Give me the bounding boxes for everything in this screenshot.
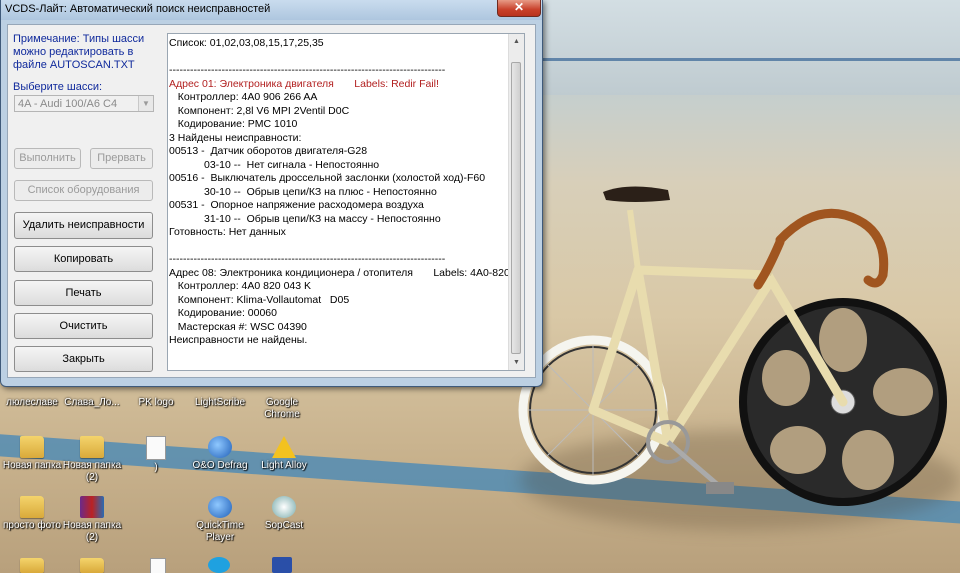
desktop-icon[interactable]: LightScribe — [188, 387, 252, 409]
scroll-down-icon[interactable]: ▼ — [509, 355, 524, 370]
partial-icon — [208, 387, 232, 395]
desktop-icon[interactable]: Новая папка (2) — [60, 496, 124, 544]
wallpaper-wall-stripe — [530, 58, 960, 61]
report-line: 30-10 -- Обрыв цепи/КЗ на плюс - Непосто… — [169, 185, 437, 198]
clear-button[interactable]: Очистить — [14, 313, 153, 339]
desktop-icon[interactable]: Новая папка (2) — [60, 436, 124, 484]
desktop-icon-label: Новая папка (2) — [62, 460, 122, 483]
window-client-area: Примечание: Типы шасси можно редактирова… — [7, 24, 536, 378]
partial-icon — [20, 387, 44, 395]
chassis-select[interactable]: 4A - Audi 100/A6 C4 ▼ — [14, 95, 154, 112]
desktop-icon-label: Новая папка (2) — [62, 520, 122, 543]
report-line: 00516 - Выключатель дроссельной заслонки… — [169, 172, 486, 184]
desktop-icon-label: PK logo — [138, 397, 174, 408]
report-line: Адрес 08: Электроника кондиционера / ото… — [169, 266, 509, 279]
folder-icon — [20, 496, 44, 518]
run-button[interactable]: Выполнить — [14, 148, 81, 169]
bicycle-image — [518, 186, 947, 506]
scroll-up-icon[interactable]: ▲ — [509, 34, 524, 49]
equipment-list-button[interactable]: Список оборудования — [14, 180, 153, 201]
report-line: Мастерская #: WSC 04390 — [169, 320, 307, 333]
print-button[interactable]: Печать — [14, 280, 153, 306]
desktop-icon[interactable]: QuickTime Player — [188, 496, 252, 544]
desktop-icon[interactable]: просто фото — [0, 496, 64, 532]
floppy-icon[interactable] — [272, 557, 292, 573]
report-line: ----------------------------------------… — [169, 64, 446, 76]
desktop-icon-label: QuickTime Player — [196, 520, 244, 543]
report-line: 00531 - Опорное напряжение расходомера в… — [169, 199, 424, 211]
report-scrollbar[interactable]: ▲ ▼ — [508, 34, 524, 370]
folder-icon[interactable] — [20, 558, 44, 573]
report-line: Неисправности не найдены. — [169, 334, 308, 346]
chassis-label: Выберите шасси: — [13, 81, 103, 93]
report-line: Готовность: Нет данных — [169, 226, 286, 238]
chevron-down-icon[interactable]: ▼ — [138, 96, 153, 111]
desktop-icon-label: O&O Defrag — [192, 460, 248, 471]
defrag-icon — [208, 436, 232, 458]
report-line: Контроллер: 4A0 906 266 AA — [169, 91, 318, 103]
folder-icon — [80, 436, 104, 458]
desktop-icon[interactable]: SopCast — [252, 496, 316, 532]
folder-icon[interactable] — [80, 558, 104, 573]
document-icon — [146, 436, 166, 460]
stop-button[interactable]: Прервать — [90, 148, 153, 169]
wallpaper-wall — [530, 0, 960, 95]
sopcast-icon — [272, 496, 296, 518]
desktop-icon[interactable]: Light Alloy — [252, 436, 316, 472]
desktop-icon-label: Light Alloy — [261, 460, 307, 471]
report-line — [169, 51, 509, 65]
report-line: Адрес 01: Электроника двигателя Labels: … — [169, 77, 439, 90]
report-line: 31-10 -- Обрыв цепи/КЗ на массу - Непост… — [169, 212, 441, 225]
report-line: Компонент: Klima-Vollautomat D05 — [169, 293, 350, 306]
title-bar[interactable]: VCDS-Лайт: Автоматический поиск неисправ… — [1, 0, 542, 20]
desktop-icon-label: люлеславе — [6, 397, 58, 408]
desktop-icon[interactable]: Google Chrome — [252, 387, 312, 421]
report-line — [169, 240, 509, 254]
partial-icon — [80, 387, 104, 395]
desktop-icon-label: SopCast — [264, 520, 304, 531]
desktop-icon-label: ) — [154, 462, 158, 473]
scan-report-text: Список: 01,02,03,08,15,17,25,35 --------… — [169, 37, 509, 348]
desktop-icon[interactable]: Новая папка — [0, 436, 64, 472]
chassis-note: Примечание: Типы шасси можно редактирова… — [13, 33, 145, 71]
report-line: ----------------------------------------… — [169, 253, 446, 265]
report-line: Список: 01,02,03,08,15,17,25,35 — [169, 37, 324, 49]
winrar-icon — [80, 496, 104, 518]
quicktime-icon — [208, 496, 232, 518]
vcds-window: VCDS-Лайт: Автоматический поиск неисправ… — [0, 0, 543, 387]
desktop-icon[interactable]: люлеславе — [0, 387, 64, 409]
scrollbar-thumb[interactable] — [511, 62, 521, 354]
clear-faults-button[interactable]: Удалить неисправности — [14, 212, 153, 239]
scan-report-textbox[interactable]: Список: 01,02,03,08,15,17,25,35 --------… — [167, 33, 525, 371]
desktop-icon-label: просто фото — [3, 520, 61, 531]
report-line: Кодирование: PMC 1010 — [169, 118, 298, 130]
skype-icon[interactable] — [208, 557, 230, 573]
partial-icon — [144, 387, 168, 395]
folder-icon — [20, 436, 44, 458]
desktop-icon[interactable]: PK logo — [124, 387, 188, 409]
desktop-icon-label: Новая папка — [2, 460, 62, 471]
close-window-button[interactable]: ✕ — [497, 0, 541, 17]
light-alloy-icon — [272, 436, 296, 458]
report-line: Кодирование: 00060 — [169, 307, 277, 319]
window-title: VCDS-Лайт: Автоматический поиск неисправ… — [5, 3, 271, 15]
report-line: Контроллер: 4A0 820 043 K — [169, 280, 312, 292]
report-line: 03-10 -- Нет сигнала - Непостоянно — [169, 158, 380, 171]
chassis-select-value: 4A - Audi 100/A6 C4 — [18, 98, 118, 110]
desktop-icon-label: Слава_Ло... — [64, 397, 120, 408]
report-line: 3 Найдены неисправности: — [169, 131, 302, 144]
document-icon[interactable] — [150, 558, 166, 573]
copy-button[interactable]: Копировать — [14, 246, 153, 272]
desktop-icon[interactable]: ) — [124, 436, 188, 474]
desktop-icon[interactable]: Слава_Ло... — [60, 387, 124, 409]
partial-icon — [270, 387, 294, 395]
desktop-icon[interactable]: O&O Defrag — [188, 436, 252, 472]
report-line: Компонент: 2,8l V6 MPI 2Ventil D0C — [169, 104, 350, 117]
report-line: 00513 - Датчик оборотов двигателя-G28 — [169, 145, 368, 157]
desktop-icon-label: Google Chrome — [264, 397, 300, 420]
close-button[interactable]: Закрыть — [14, 346, 153, 372]
desktop-icon-label: LightScribe — [194, 397, 246, 408]
